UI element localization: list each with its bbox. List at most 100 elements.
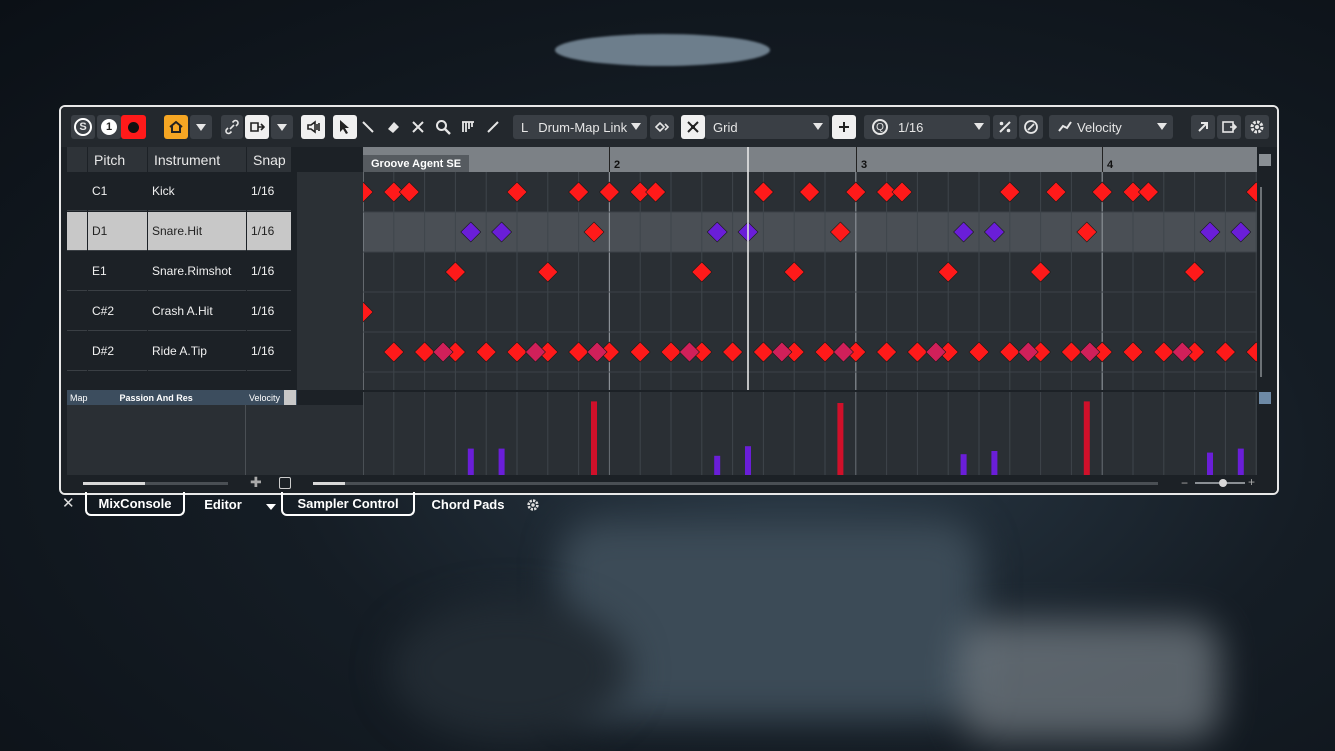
transform-dropdown[interactable] — [271, 115, 293, 139]
settings-button[interactable] — [1245, 115, 1269, 139]
close-icon[interactable]: ✕ — [62, 494, 75, 512]
pitch-cell: E1 — [88, 252, 147, 291]
drum-note — [1171, 341, 1193, 363]
select-tool[interactable] — [333, 115, 357, 139]
drum-note — [363, 181, 374, 203]
drum-note — [506, 181, 528, 203]
velocity-bar[interactable] — [745, 446, 751, 475]
add-icon[interactable]: ✚ — [250, 474, 262, 491]
velocity-canvas[interactable] — [362, 392, 1257, 475]
drum-note — [845, 181, 867, 203]
controller-lane-select[interactable]: Velocity — [1049, 115, 1173, 139]
velocity-bar[interactable] — [960, 454, 967, 475]
vertical-scrollbar[interactable] — [1260, 187, 1262, 377]
drum-list-row[interactable]: E1 Snare.Rimshot 1/16 — [67, 252, 291, 292]
drum-note — [906, 341, 928, 363]
velocity-bar[interactable] — [714, 455, 721, 475]
bar-2-marker: 2 — [609, 147, 620, 172]
drum-list-row[interactable]: C#2 Crash A.Hit 1/16 — [67, 292, 291, 332]
speaker-icon — [307, 120, 320, 134]
pencil-icon — [362, 121, 374, 133]
chevron-down-icon — [277, 123, 287, 131]
tab-mixconsole[interactable]: MixConsole — [85, 492, 185, 516]
velocity-bar[interactable] — [1083, 401, 1090, 475]
page-icon[interactable] — [279, 477, 291, 489]
pitch-cell: C1 — [88, 172, 147, 211]
auto-scroll-dropdown[interactable] — [190, 115, 212, 139]
column-header-pitch[interactable]: Pitch — [88, 147, 147, 172]
controller-lane-header: Map Passion And Res Velocity — [67, 390, 297, 405]
velocity-bar[interactable] — [1237, 448, 1244, 475]
magnifier-icon — [436, 120, 451, 135]
column-header-snap[interactable]: Snap — [247, 147, 291, 172]
instrument-cell: Kick — [148, 172, 246, 211]
zoom-in-icon[interactable]: + — [1248, 475, 1255, 489]
velocity-bar[interactable] — [498, 448, 505, 475]
drum-note — [876, 341, 898, 363]
column-header-instrument[interactable]: Instrument — [148, 147, 246, 172]
row-blank — [67, 212, 87, 251]
drum-note — [645, 181, 667, 203]
window-layout-button[interactable] — [1217, 115, 1241, 139]
auto-scroll-button[interactable] — [164, 115, 188, 139]
controller-lane-scrollbar[interactable] — [1259, 392, 1271, 404]
quantize-apply-button[interactable] — [1019, 115, 1043, 139]
velocity-bar[interactable] — [837, 403, 844, 475]
tab-chord-pads[interactable]: Chord Pads — [417, 492, 519, 516]
line-tool[interactable] — [482, 115, 504, 139]
velocity-bar[interactable] — [591, 401, 597, 475]
drum-list-row[interactable]: D1 Snare.Hit 1/16 — [67, 212, 291, 252]
drum-list-row[interactable]: C1 Kick 1/16 — [67, 172, 291, 212]
controller-lane-divider — [245, 405, 246, 475]
snap-cell: 1/16 — [247, 332, 291, 371]
open-in-window-button[interactable] — [1191, 115, 1215, 139]
link-button[interactable] — [221, 115, 243, 139]
drumstick-tool[interactable] — [457, 115, 479, 139]
controller-lane-label[interactable]: Velocity — [249, 393, 281, 403]
horizontal-scrollbar[interactable] — [313, 482, 1158, 485]
velocity-bar[interactable] — [467, 448, 474, 475]
snap-cell: 1/16 — [247, 212, 291, 251]
snap-cell: 1/16 — [247, 172, 291, 211]
chevron-down-icon — [813, 123, 823, 130]
drum-list-row[interactable]: D#2 Ride A.Tip 1/16 — [67, 332, 291, 372]
drum-list-divider — [297, 172, 363, 390]
zoom-out-icon[interactable]: − — [1181, 476, 1188, 490]
note-grid[interactable] — [363, 172, 1257, 390]
q-curve-icon — [1024, 120, 1038, 134]
snap-type-select[interactable]: Grid — [705, 115, 829, 139]
drum-note — [1045, 181, 1067, 203]
zoom-tool[interactable] — [432, 115, 454, 139]
list-zoom-slider[interactable] — [83, 482, 228, 485]
record-button[interactable] — [121, 115, 146, 139]
ruler-collapse-icon[interactable] — [1259, 154, 1271, 166]
controller-lane[interactable] — [362, 392, 1257, 475]
drum-map-link-select[interactable]: L Drum-Map Link — [513, 115, 647, 139]
snap-type-icon-button[interactable] — [681, 115, 705, 139]
percent-icon — [999, 121, 1011, 133]
snap-toggle-button[interactable] — [832, 115, 856, 139]
drum-note — [363, 301, 374, 323]
velocity-bar[interactable] — [1207, 452, 1213, 475]
zoom-slider[interactable] — [1195, 479, 1245, 487]
drum-note — [1184, 261, 1206, 283]
snap-bracket-icon — [839, 122, 849, 132]
draw-tool[interactable] — [357, 115, 379, 139]
chevron-down-icon[interactable] — [284, 390, 296, 405]
quantize-select[interactable]: Q 1/16 — [864, 115, 990, 139]
tab-sampler-control[interactable]: Sampler Control — [281, 492, 415, 516]
step-input-button[interactable] — [650, 115, 674, 139]
one-button[interactable]: 1 — [97, 115, 121, 139]
ruler[interactable]: Groove Agent SE 2 3 4 — [363, 147, 1257, 172]
tab-editor[interactable]: Editor — [185, 492, 281, 516]
velocity-label: Velocity — [1077, 119, 1122, 135]
transform-button[interactable] — [245, 115, 269, 139]
erase-tool[interactable] — [382, 115, 404, 139]
gear-icon[interactable] — [526, 498, 540, 512]
mute-tool[interactable] — [407, 115, 429, 139]
iterative-quantize-button[interactable] — [993, 115, 1017, 139]
note-grid-canvas[interactable] — [363, 172, 1257, 390]
acoustic-feedback-button[interactable] — [301, 115, 325, 139]
velocity-bar[interactable] — [991, 451, 998, 475]
solo-button[interactable]: S — [71, 115, 95, 139]
